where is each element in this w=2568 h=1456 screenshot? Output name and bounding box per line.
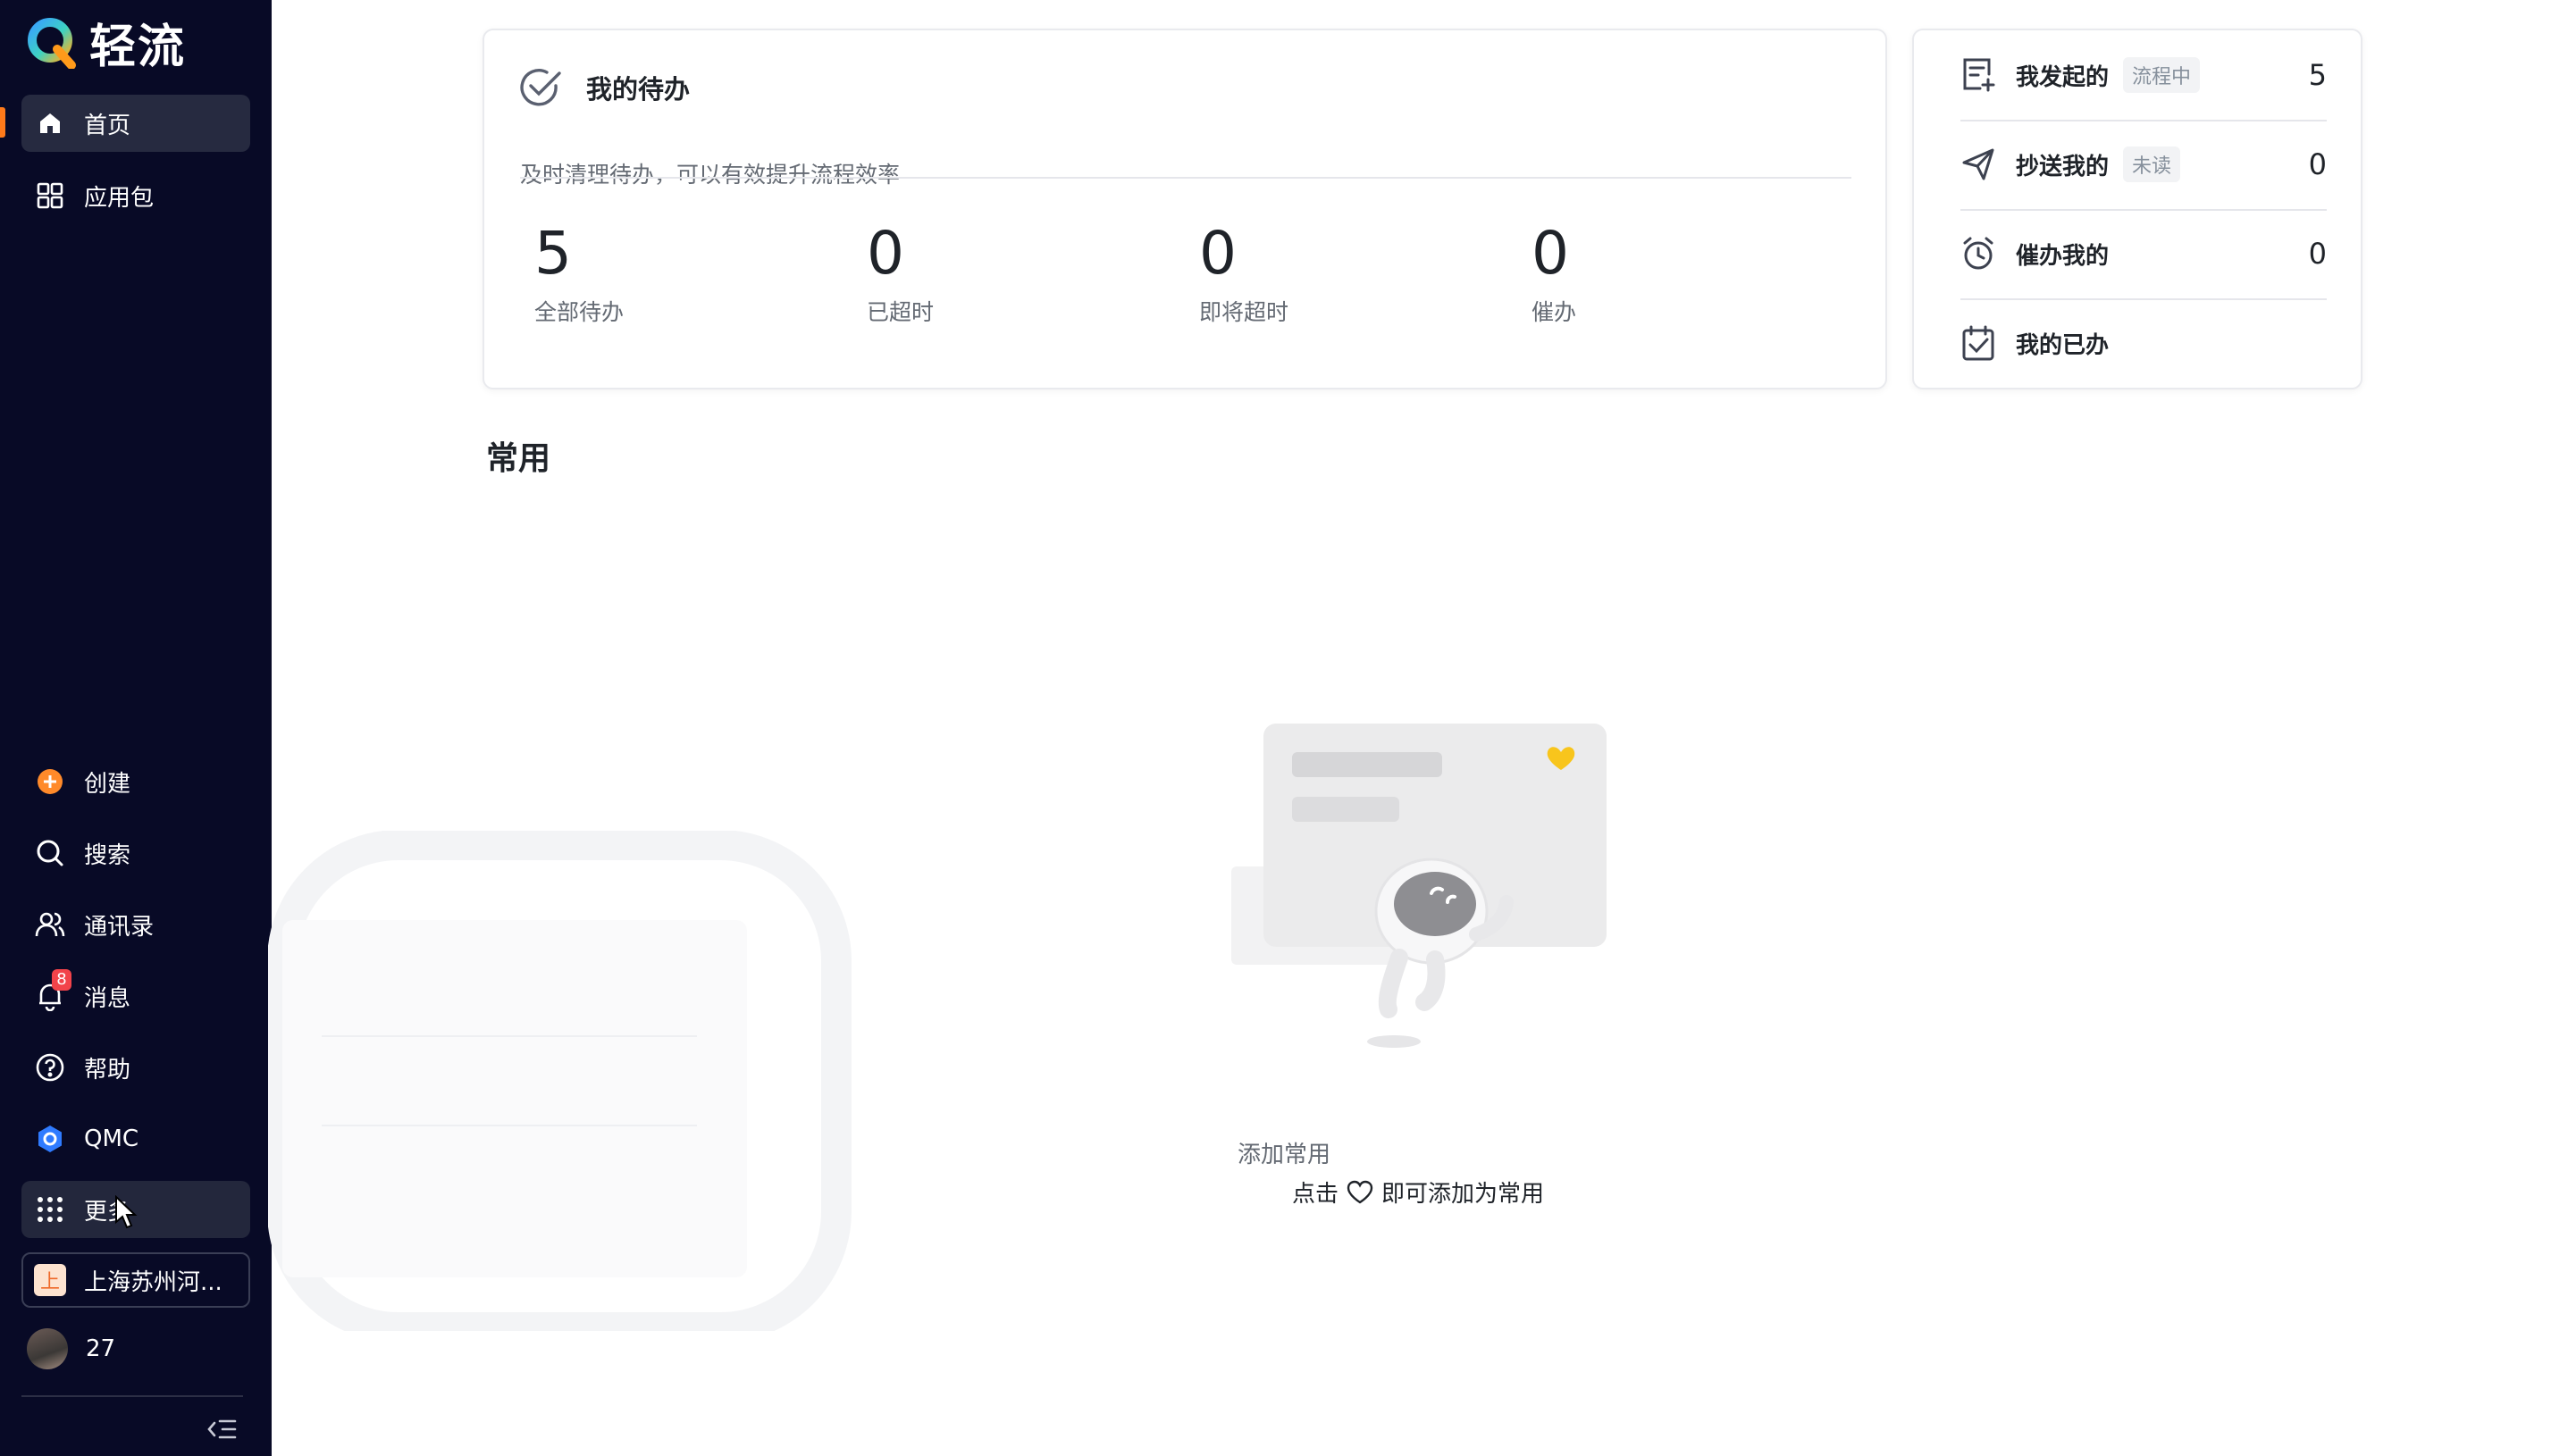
mouse-cursor-icon (115, 1195, 138, 1229)
stat-value: 0 (867, 219, 904, 288)
qingflow-logo-icon (28, 18, 76, 69)
sidebar-item-label: 帮助 (84, 1056, 131, 1084)
todo-title: 我的待办 (586, 74, 691, 105)
stat-label: 即将超时 (1199, 299, 1289, 325)
row-initiated-by-me[interactable]: 我发起的 流程中 5 (1960, 30, 2327, 120)
app-name: 轻流 (89, 20, 187, 74)
workspace-name: 上海苏州河... (84, 1268, 222, 1296)
row-count: 5 (2308, 58, 2327, 92)
row-count: 0 (2308, 147, 2327, 181)
active-indicator (0, 107, 5, 138)
hint-suffix: 即可添加为常用 (1381, 1181, 1545, 1208)
stat-value: 0 (1532, 219, 1569, 288)
search-icon (34, 837, 66, 869)
sidebar-item-label: 消息 (84, 984, 131, 1012)
sidebar-item-label: 通讯录 (84, 913, 155, 941)
empty-state-hint: 点击 即可添加为常用 (1292, 1176, 1544, 1209)
sidebar-item-create[interactable]: 创建 (21, 753, 250, 810)
row-urged-me[interactable]: 催办我的 0 (1960, 209, 2327, 298)
sidebar-item-label: 搜索 (84, 841, 131, 869)
stat-label: 全部待办 (534, 299, 625, 325)
stat-value: 5 (534, 219, 572, 288)
contacts-icon (34, 908, 66, 941)
row-label: 我的已办 (2016, 331, 2110, 359)
workspace-icon: 上 (34, 1264, 66, 1296)
sidebar-item-help[interactable]: 帮助 (21, 1039, 250, 1096)
stat-label: 已超时 (867, 299, 935, 325)
row-cc-to-me[interactable]: 抄送我的 未读 0 (1960, 120, 2327, 209)
workspace-switcher[interactable]: 上 上海苏州河... (21, 1252, 250, 1308)
heart-icon (1347, 1180, 1373, 1203)
row-my-completed[interactable]: 我的已办 (1960, 298, 2327, 388)
row-label: 抄送我的 (2016, 153, 2110, 180)
todo-subtitle: 及时清理待办，可以有效提升流程效率 (520, 162, 901, 188)
stat-label: 催办 (1532, 299, 1577, 325)
sidebar-item-app-packages[interactable]: 应用包 (21, 167, 250, 224)
todo-divider (520, 177, 1851, 179)
my-todo-card[interactable]: 我的待办 及时清理待办，可以有效提升流程效率 5 全部待办 0 已超时 0 即将… (483, 29, 1887, 389)
check-circle-icon (520, 69, 561, 106)
stat-value: 0 (1199, 219, 1237, 288)
hint-prefix: 点击 (1292, 1181, 1339, 1208)
stat-overdue[interactable]: 0 已超时 (867, 218, 934, 327)
row-count: 0 (2308, 237, 2327, 271)
row-label: 我发起的 (2016, 63, 2110, 91)
bell-icon: 8 (34, 969, 71, 1012)
unread-badge: 8 (52, 969, 71, 991)
stat-all-todo[interactable]: 5 全部待办 (534, 218, 624, 327)
status-tag: 未读 (2123, 146, 2181, 182)
empty-state-title: 添加常用 (1237, 1142, 1330, 1168)
send-icon (1962, 148, 1994, 180)
sidebar-item-contacts[interactable]: 通讯录 (21, 896, 250, 953)
process-summary-card: 我发起的 流程中 5 抄送我的 未读 0 催办我的 0 我的已办 (1912, 29, 2362, 389)
sidebar-item-label: 应用包 (84, 184, 155, 212)
help-icon (34, 1051, 66, 1084)
common-section-title: 常用 (486, 440, 551, 477)
grid-apps-icon (34, 180, 66, 212)
empty-state-illustration (1231, 724, 1607, 1048)
sidebar-item-search[interactable]: 搜索 (21, 824, 250, 882)
sidebar: 轻流 首页 应用包 创建 搜索 通讯录 8 消息 帮助 QMC 更多 上 上海苏… (0, 0, 272, 1456)
todo-header: 我的待办 (520, 68, 690, 107)
sidebar-item-home[interactable]: 首页 (21, 95, 250, 152)
stat-urged[interactable]: 0 催办 (1532, 218, 1576, 327)
home-icon (34, 107, 66, 139)
sidebar-divider (21, 1395, 243, 1397)
row-label: 催办我的 (2016, 242, 2110, 270)
alarm-clock-icon (1963, 237, 1993, 270)
collapse-menu-icon (207, 1419, 237, 1439)
user-label: 27 (86, 1335, 116, 1362)
sidebar-item-label: 首页 (84, 112, 131, 139)
collapse-sidebar-button[interactable] (204, 1415, 239, 1443)
status-tag: 流程中 (2123, 57, 2201, 93)
stat-due-soon[interactable]: 0 即将超时 (1199, 218, 1288, 327)
sidebar-item-messages[interactable]: 8 消息 (21, 967, 250, 1025)
plus-circle-icon (34, 766, 66, 798)
app-logo[interactable]: 轻流 (25, 13, 186, 74)
background-watermark (268, 831, 852, 1331)
document-add-icon (1963, 58, 1995, 92)
sidebar-item-label: 创建 (84, 770, 131, 798)
user-profile[interactable]: 27 (27, 1326, 115, 1372)
dots-grid-icon (34, 1193, 66, 1226)
avatar (27, 1328, 68, 1369)
calendar-check-icon (1962, 325, 1994, 361)
